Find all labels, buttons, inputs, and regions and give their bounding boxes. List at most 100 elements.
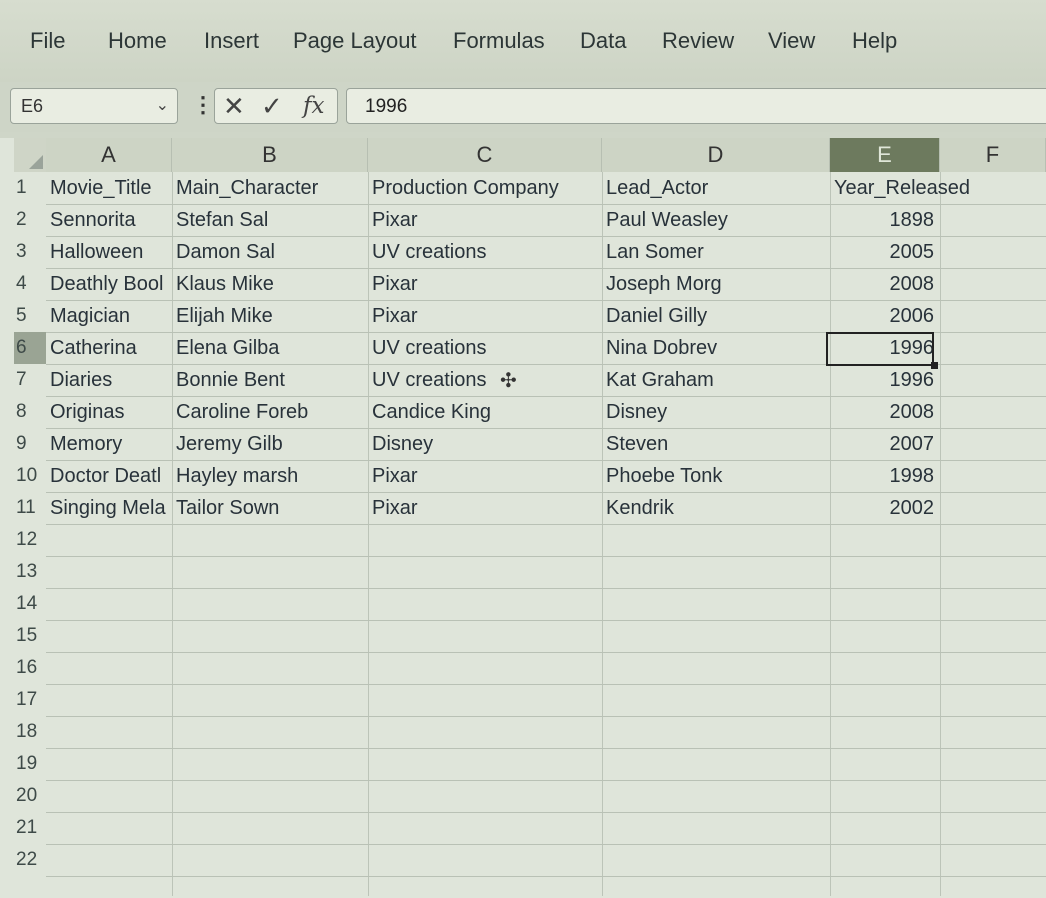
- cell-e7[interactable]: 1996: [830, 364, 940, 396]
- cell-b6[interactable]: Elena Gilba: [172, 332, 368, 364]
- cell-d8[interactable]: Disney: [602, 396, 830, 428]
- cell-b3[interactable]: Damon Sal: [172, 236, 368, 268]
- active-cell-outline[interactable]: [826, 332, 934, 366]
- cell-e4[interactable]: 2008: [830, 268, 940, 300]
- column-header-f[interactable]: F: [940, 138, 1046, 172]
- cell-c6[interactable]: UV creations: [368, 332, 602, 364]
- row-header-8[interactable]: 8: [14, 396, 46, 428]
- cell-d7[interactable]: Kat Graham: [602, 364, 830, 396]
- tab-formulas[interactable]: Formulas: [453, 28, 545, 54]
- cell-c10[interactable]: Pixar: [368, 460, 602, 492]
- tab-file[interactable]: File: [30, 28, 65, 54]
- cell-c9[interactable]: Disney: [368, 428, 602, 460]
- cell-a8[interactable]: Originas: [46, 396, 172, 428]
- cell-d4[interactable]: Joseph Morg: [602, 268, 830, 300]
- cell-a6[interactable]: Catherina: [46, 332, 172, 364]
- row-header-16[interactable]: 16: [14, 652, 46, 684]
- cell-c4[interactable]: Pixar: [368, 268, 602, 300]
- cell-d3[interactable]: Lan Somer: [602, 236, 830, 268]
- enter-icon[interactable]: ✓: [261, 91, 283, 122]
- cell-d2[interactable]: Paul Weasley: [602, 204, 830, 236]
- cell-e3[interactable]: 2005: [830, 236, 940, 268]
- cell-d1[interactable]: Lead_Actor: [602, 172, 830, 204]
- tab-page-layout[interactable]: Page Layout: [293, 28, 417, 54]
- column-header-a[interactable]: A: [46, 138, 172, 172]
- row-header-5[interactable]: 5: [14, 300, 46, 332]
- cell-a7[interactable]: Diaries: [46, 364, 172, 396]
- column-header-c[interactable]: C: [368, 138, 602, 172]
- cell-e8[interactable]: 2008: [830, 396, 940, 428]
- row-header-9[interactable]: 9: [14, 428, 46, 460]
- cell-a2[interactable]: Sennorita: [46, 204, 172, 236]
- cell-c3[interactable]: UV creations: [368, 236, 602, 268]
- tab-insert[interactable]: Insert: [204, 28, 259, 54]
- cell-d6[interactable]: Nina Dobrev: [602, 332, 830, 364]
- tab-home[interactable]: Home: [108, 28, 167, 54]
- cell-a3[interactable]: Halloween: [46, 236, 172, 268]
- row-header-10[interactable]: 10: [14, 460, 46, 492]
- cell-b8[interactable]: Caroline Foreb: [172, 396, 368, 428]
- cell-b9[interactable]: Jeremy Gilb: [172, 428, 368, 460]
- select-all-corner[interactable]: [14, 138, 46, 172]
- row-header-15[interactable]: 15: [14, 620, 46, 652]
- chevron-down-icon[interactable]: ⌄: [156, 95, 169, 115]
- row-header-6[interactable]: 6: [14, 332, 46, 364]
- cell-c11[interactable]: Pixar: [368, 492, 602, 524]
- cell-d10[interactable]: Phoebe Tonk: [602, 460, 830, 492]
- row-header-7[interactable]: 7: [14, 364, 46, 396]
- cell-a1[interactable]: Movie_Title: [46, 172, 172, 204]
- cell-d5[interactable]: Daniel Gilly: [602, 300, 830, 332]
- cell-c7[interactable]: UV creations: [368, 364, 602, 396]
- row-header-11[interactable]: 11: [14, 492, 46, 524]
- cell-b2[interactable]: Stefan Sal: [172, 204, 368, 236]
- row-header-21[interactable]: 21: [14, 812, 46, 844]
- cell-d9[interactable]: Steven: [602, 428, 830, 460]
- cell-c2[interactable]: Pixar: [368, 204, 602, 236]
- row-header-4[interactable]: 4: [14, 268, 46, 300]
- row-header-17[interactable]: 17: [14, 684, 46, 716]
- row-header-1[interactable]: 1: [14, 172, 46, 204]
- column-header-b[interactable]: B: [172, 138, 368, 172]
- cell-d11[interactable]: Kendrik: [602, 492, 830, 524]
- cell-e10[interactable]: 1998: [830, 460, 940, 492]
- cell-b4[interactable]: Klaus Mike: [172, 268, 368, 300]
- column-header-e[interactable]: E: [830, 138, 940, 172]
- cell-a4[interactable]: Deathly Bool: [46, 268, 172, 300]
- cell-a5[interactable]: Magician: [46, 300, 172, 332]
- row-header-12[interactable]: 12: [14, 524, 46, 556]
- row-header-3[interactable]: 3: [14, 236, 46, 268]
- cell-e2[interactable]: 1898: [830, 204, 940, 236]
- row-header-2[interactable]: 2: [14, 204, 46, 236]
- cell-b1[interactable]: Main_Character: [172, 172, 368, 204]
- tab-data[interactable]: Data: [580, 28, 626, 54]
- tab-review[interactable]: Review: [662, 28, 734, 54]
- cell-b11[interactable]: Tailor Sown: [172, 492, 368, 524]
- cell-e9[interactable]: 2007: [830, 428, 940, 460]
- cell-b5[interactable]: Elijah Mike: [172, 300, 368, 332]
- name-box[interactable]: E6 ⌄: [10, 88, 178, 124]
- insert-function-icon[interactable]: fx: [303, 93, 324, 119]
- row-header-14[interactable]: 14: [14, 588, 46, 620]
- tab-view[interactable]: View: [768, 28, 815, 54]
- cell-a11[interactable]: Singing Mela: [46, 492, 172, 524]
- cell-c1[interactable]: Production Company: [368, 172, 602, 204]
- row-header-22[interactable]: 22: [14, 844, 46, 876]
- row-header-19[interactable]: 19: [14, 748, 46, 780]
- cell-c5[interactable]: Pixar: [368, 300, 602, 332]
- tab-help[interactable]: Help: [852, 28, 897, 54]
- cell-b10[interactable]: Hayley marsh: [172, 460, 368, 492]
- cancel-icon[interactable]: ✕: [223, 91, 245, 122]
- row-header-13[interactable]: 13: [14, 556, 46, 588]
- cell-e11[interactable]: 2002: [830, 492, 940, 524]
- cell-a10[interactable]: Doctor Deatl: [46, 460, 172, 492]
- cell-b7[interactable]: Bonnie Bent: [172, 364, 368, 396]
- row-header-20[interactable]: 20: [14, 780, 46, 812]
- row-header-18[interactable]: 18: [14, 716, 46, 748]
- column-header-d[interactable]: D: [602, 138, 830, 172]
- fill-handle[interactable]: [931, 362, 938, 369]
- formula-input[interactable]: 1996: [346, 88, 1046, 124]
- cell-e5[interactable]: 2006: [830, 300, 940, 332]
- cell-e1[interactable]: Year_Released: [830, 172, 1010, 204]
- more-options-icon[interactable]: ⋮: [192, 92, 214, 118]
- cell-c8[interactable]: Candice King: [368, 396, 602, 428]
